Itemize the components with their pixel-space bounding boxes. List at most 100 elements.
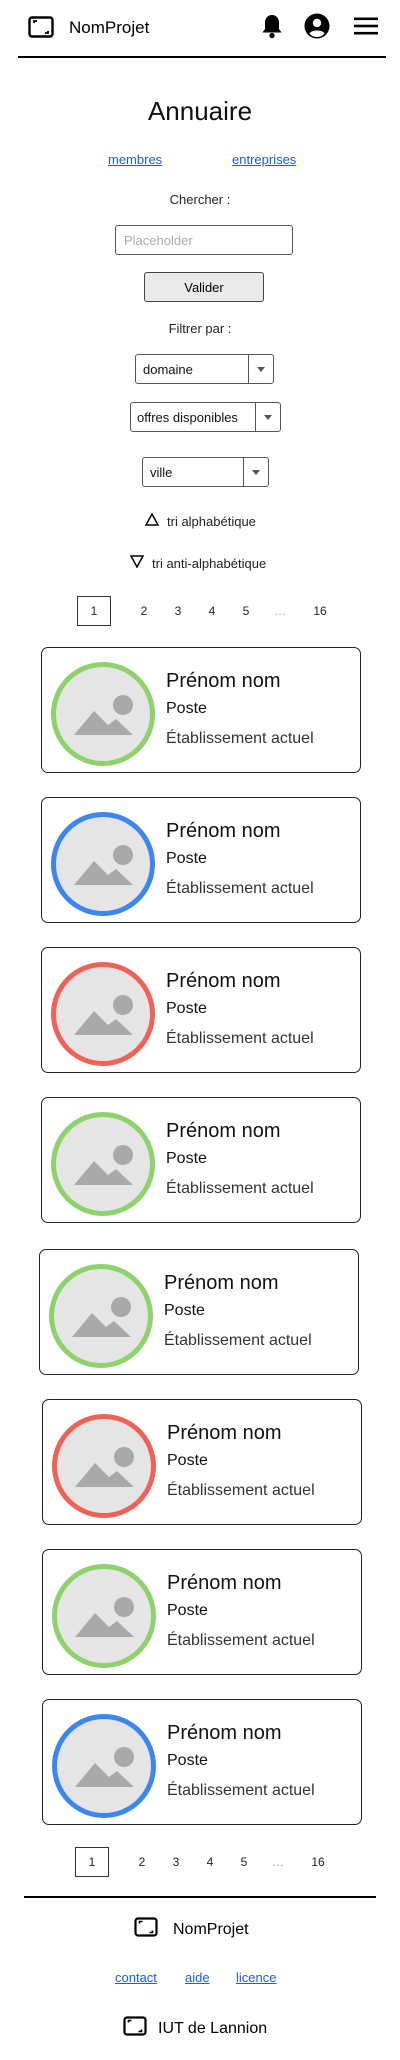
pagination-bottom: 1 2 3 4 5 … 16 xyxy=(75,1847,335,1877)
member-name: Prénom nom xyxy=(167,1422,282,1444)
page-current[interactable]: 1 xyxy=(75,1847,109,1877)
page-title: Annuaire xyxy=(147,96,253,126)
image-frame-icon xyxy=(28,16,54,42)
available-offers-select-value: offres disponibles xyxy=(137,409,238,425)
footer-org-name: IUT de Lannion xyxy=(158,2019,268,2037)
domain-select[interactable]: domaine xyxy=(135,354,274,384)
member-role: Poste xyxy=(166,1000,207,1017)
member-card[interactable]: Prénom nom Poste Établissement actuel xyxy=(42,1399,362,1525)
image-placeholder-icon xyxy=(74,995,133,1035)
member-company: Établissement actuel xyxy=(166,730,314,747)
triangle-down-icon xyxy=(129,555,145,571)
member-company: Établissement actuel xyxy=(166,1030,314,1047)
sort-descending[interactable]: tri anti-alphabétique xyxy=(129,555,267,571)
image-placeholder-icon xyxy=(75,1447,134,1487)
chevron-down-icon xyxy=(243,458,268,486)
member-company: Établissement actuel xyxy=(166,1180,314,1197)
page-link[interactable]: 4 xyxy=(195,604,229,618)
search-input[interactable] xyxy=(115,225,293,255)
bell-icon xyxy=(260,13,284,44)
member-card[interactable]: Prénom nom Poste Établissement actuel xyxy=(41,647,361,773)
member-card[interactable]: Prénom nom Poste Établissement actuel xyxy=(42,1699,362,1825)
city-select-value: ville xyxy=(150,464,173,480)
triangle-up-icon xyxy=(144,512,160,529)
pagination-top: 1 2 3 4 5 … 16 xyxy=(77,596,337,626)
tab-entreprises[interactable]: entreprises xyxy=(232,152,296,167)
member-name: Prénom nom xyxy=(167,1572,282,1594)
image-placeholder-icon xyxy=(74,845,133,885)
sort-ascending[interactable]: tri alphabétique xyxy=(144,512,256,529)
menu-button[interactable] xyxy=(352,14,380,42)
avatar xyxy=(52,1714,156,1818)
member-card[interactable]: Prénom nom Poste Établissement actuel xyxy=(41,797,361,923)
footer-link-aide[interactable]: aide xyxy=(185,1970,210,1985)
avatar xyxy=(49,1264,153,1368)
app-header: NomProjet xyxy=(0,0,400,56)
page-link[interactable]: 3 xyxy=(159,1855,193,1869)
page-link[interactable]: 2 xyxy=(127,604,161,618)
footer-link-licence[interactable]: licence xyxy=(236,1970,276,1985)
sort-ascending-label: tri alphabétique xyxy=(167,513,256,529)
member-company: Établissement actuel xyxy=(164,1332,312,1349)
member-role: Poste xyxy=(167,1602,208,1619)
footer-app-name: NomProjet xyxy=(173,1920,249,1938)
footer-divider xyxy=(24,1896,376,1898)
member-role: Poste xyxy=(164,1302,205,1319)
image-frame-icon xyxy=(134,1917,158,1942)
app-name[interactable]: NomProjet xyxy=(69,18,149,38)
image-placeholder-icon xyxy=(74,1145,133,1185)
filter-label: Filtrer par : xyxy=(168,321,232,336)
member-role: Poste xyxy=(167,1752,208,1769)
avatar xyxy=(51,1112,155,1216)
image-frame-icon xyxy=(123,2016,147,2041)
member-role: Poste xyxy=(166,700,207,717)
domain-select-value: domaine xyxy=(143,361,193,377)
member-role: Poste xyxy=(166,1150,207,1167)
image-placeholder-icon xyxy=(74,695,133,735)
footer-org[interactable]: IUT de Lannion xyxy=(123,2016,267,2041)
page-link[interactable]: 5 xyxy=(229,604,263,618)
member-card[interactable]: Prénom nom Poste Établissement actuel xyxy=(41,1097,361,1223)
page-link[interactable]: 4 xyxy=(193,1855,227,1869)
image-placeholder-icon xyxy=(75,1747,134,1787)
page-link-last[interactable]: 16 xyxy=(303,604,337,618)
image-placeholder-icon xyxy=(75,1597,134,1637)
member-card[interactable]: Prénom nom Poste Établissement actuel xyxy=(39,1249,359,1375)
avatar xyxy=(52,1564,156,1668)
notifications-button[interactable] xyxy=(258,14,286,42)
chevron-down-icon xyxy=(248,355,273,383)
chevron-down-icon xyxy=(255,403,280,431)
member-name: Prénom nom xyxy=(164,1272,279,1294)
page-current[interactable]: 1 xyxy=(77,596,111,626)
page-link[interactable]: 5 xyxy=(227,1855,261,1869)
footer-link-contact[interactable]: contact xyxy=(115,1970,157,1985)
member-name: Prénom nom xyxy=(167,1722,282,1744)
image-placeholder-icon xyxy=(72,1297,131,1337)
member-card[interactable]: Prénom nom Poste Établissement actuel xyxy=(42,1549,362,1675)
sort-descending-label: tri anti-alphabétique xyxy=(152,555,267,571)
member-card[interactable]: Prénom nom Poste Établissement actuel xyxy=(41,947,361,1073)
member-name: Prénom nom xyxy=(166,970,281,992)
page-link-last[interactable]: 16 xyxy=(301,1855,335,1869)
member-role: Poste xyxy=(167,1452,208,1469)
avatar xyxy=(51,662,155,766)
user-circle-icon xyxy=(304,13,330,44)
member-company: Établissement actuel xyxy=(166,880,314,897)
page-link[interactable]: 2 xyxy=(125,1855,159,1869)
member-name: Prénom nom xyxy=(166,820,281,842)
member-name: Prénom nom xyxy=(166,1120,281,1142)
app-logo[interactable] xyxy=(28,16,56,42)
avatar xyxy=(51,962,155,1066)
footer-brand[interactable]: NomProjet xyxy=(134,1917,249,1942)
member-company: Établissement actuel xyxy=(167,1482,315,1499)
available-offers-select[interactable]: offres disponibles xyxy=(130,402,281,432)
account-button[interactable] xyxy=(303,13,331,44)
tab-membres[interactable]: membres xyxy=(108,152,162,167)
search-label: Chercher : xyxy=(169,192,231,207)
page-link[interactable]: 3 xyxy=(161,604,195,618)
city-select[interactable]: ville xyxy=(142,457,269,487)
member-role: Poste xyxy=(166,850,207,867)
avatar xyxy=(52,1414,156,1518)
avatar xyxy=(51,812,155,916)
validate-button[interactable]: Valider xyxy=(144,272,264,302)
